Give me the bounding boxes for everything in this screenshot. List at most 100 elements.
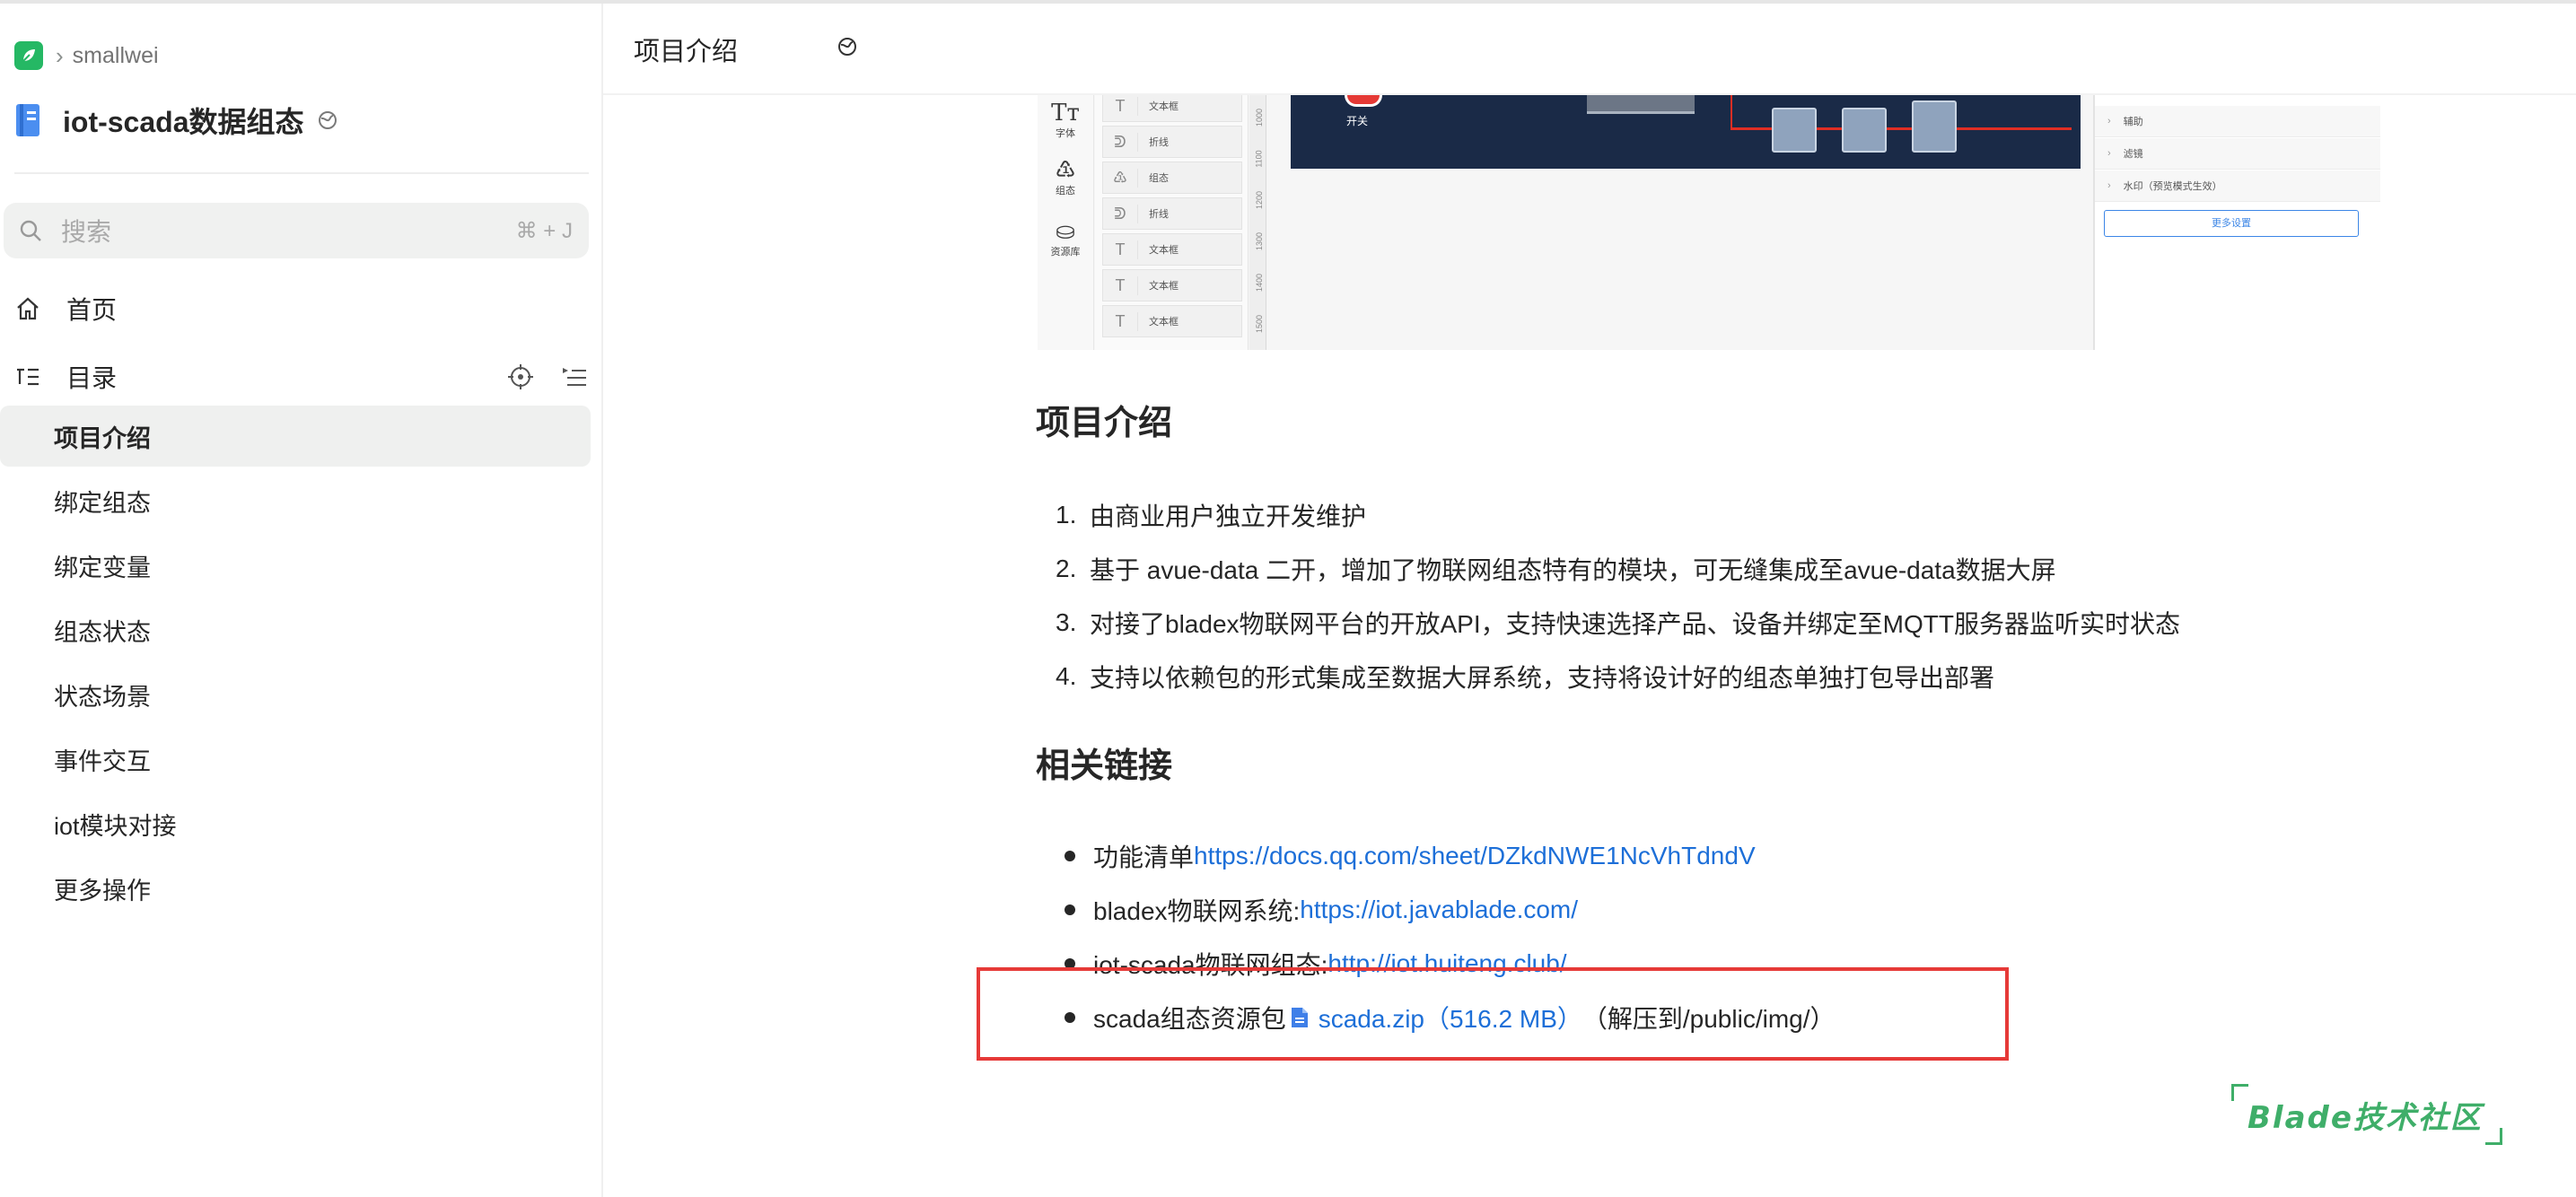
tool-font-label: 字体	[1056, 128, 1075, 139]
layer-item: ᕲ 折线	[1102, 126, 1242, 158]
nav-toc[interactable]: 目录	[14, 355, 589, 398]
layer-item: T 文本框	[1102, 305, 1242, 337]
watermark-corner	[2231, 1084, 2248, 1101]
search-input[interactable]: 搜索 ⌘ + J	[4, 203, 589, 258]
layer-label: 文本框	[1149, 101, 1178, 112]
link-prefix: 功能清单	[1093, 843, 1195, 871]
switch-label: 开关	[1346, 115, 1369, 127]
layer-item: T 文本框	[1102, 269, 1242, 301]
bullet	[1065, 904, 1075, 915]
toc-item[interactable]: 更多操作	[0, 858, 591, 919]
list-item: 2. 基于 avue-data 二开，增加了物联网组态特有的模块，可无缝集成至av…	[1056, 542, 2180, 596]
chevron-right-icon: ›	[2107, 116, 2111, 127]
panel-row: › 滤镜	[2095, 138, 2380, 170]
editor-ruler: 1000 1100 1200 1300 1400 1500	[1249, 95, 1266, 350]
panel-row-label: 滤镜	[2123, 149, 2143, 160]
breadcrumb-user-link[interactable]: smallwei	[73, 43, 159, 69]
panel-row: › 辅助	[2095, 106, 2380, 137]
list-item-link: bladex物联网系统: https://iot.javablade.com/	[1061, 883, 1836, 937]
layer-type-icon: ᕲ	[1103, 204, 1138, 223]
toc-item[interactable]: 组态状态	[0, 599, 591, 660]
tool-font: Tт 字体	[1043, 100, 1088, 140]
yuque-logo-icon[interactable]	[14, 41, 43, 70]
tool-scada: ♳ 组态	[1043, 158, 1088, 197]
layer-item: T 文本框	[1102, 233, 1242, 266]
external-link[interactable]: https://iot.javablade.com/	[1300, 896, 1578, 924]
section-title-links: 相关链接	[1036, 747, 1173, 785]
collapse-toc-icon[interactable]	[560, 363, 589, 391]
layer-label: 折线	[1149, 209, 1169, 220]
layer-type-icon: T	[1103, 240, 1138, 259]
building-graphic	[1912, 100, 1957, 153]
building-graphic	[1772, 108, 1817, 153]
watermark: Blade技术社区	[2231, 1084, 2502, 1145]
toc-item[interactable]: 状态场景	[0, 664, 591, 725]
layer-label: 文本框	[1149, 245, 1178, 256]
home-icon	[17, 297, 39, 320]
layer-type-icon: ᕲ	[1103, 132, 1138, 152]
layer-type-icon: T	[1103, 96, 1138, 116]
chevron-right-icon: ›	[2107, 180, 2111, 191]
toc-item[interactable]: 绑定变量	[0, 535, 591, 596]
nav-home-label: 首页	[66, 296, 118, 324]
ruler-number: 1500	[1255, 314, 1265, 334]
layer-item: ᕲ 折线	[1102, 197, 1242, 230]
font-tool-icon: Tт	[1051, 100, 1080, 127]
toc-item[interactable]: 项目介绍	[0, 406, 591, 467]
watermark-text: Blade技术社区	[2247, 1100, 2483, 1136]
toc-item[interactable]: iot模块对接	[0, 793, 591, 854]
list-item: 1. 由商业用户独立开发维护	[1056, 488, 2180, 542]
chevron-right-icon: ›	[56, 41, 64, 69]
layer-type-icon: ♳	[1103, 168, 1138, 188]
tool-library: ⛀ 资源库	[1043, 219, 1088, 258]
scada-tool-icon: ♳	[1055, 157, 1076, 184]
ruler-number: 1400	[1255, 273, 1265, 293]
sidebar-divider	[14, 172, 589, 174]
list-number: 3.	[1056, 608, 1077, 636]
tool-library-label: 资源库	[1050, 247, 1081, 258]
toc-icon	[17, 368, 39, 386]
list-text: 基于 avue-data 二开，增加了物联网组态特有的模块，可无缝集成至avue…	[1090, 556, 2056, 584]
intro-ordered-list: 1. 由商业用户独立开发维护 2. 基于 avue-data 二开，增加了物联网组态特…	[1056, 488, 2180, 703]
list-item-link: 功能清单 https://docs.qq.com/sheet/DZkdNWE1Nc…	[1061, 829, 1836, 883]
bullet	[1065, 851, 1075, 861]
server-rack-graphic	[1587, 95, 1695, 114]
editor-properties-panel: › 辅助 › 滤镜 › 水印（预览模式生效） 更多设置	[2093, 95, 2380, 350]
list-text: 对接了bladex物联网平台的开放API，支持快速选择产品、设备并绑定至MQTT…	[1090, 610, 2180, 638]
chevron-right-icon: ›	[2107, 148, 2111, 159]
list-item: 4. 支持以依赖包的形式集成至数据大屏系统，支持将设计好的组态单独打包导出部署	[1056, 650, 2180, 703]
editor-layer-list: T 文本框 ᕲ 折线 ♳ 组态 ᕲ 折线 T 文本框 T 文本框 T 文本框	[1095, 95, 1249, 350]
library-tool-icon: ⛀	[1056, 218, 1075, 245]
layer-label: 文本框	[1149, 317, 1178, 328]
list-text: 由商业用户独立开发维护	[1090, 502, 1367, 530]
list-number: 2.	[1056, 555, 1077, 582]
public-globe-icon[interactable]	[837, 36, 858, 57]
more-settings-button: 更多设置	[2104, 210, 2359, 237]
ruler-number: 1200	[1255, 190, 1265, 210]
ruler-number: 1300	[1255, 232, 1265, 251]
editor-canvas: 开关	[1291, 95, 2081, 169]
layer-type-icon: T	[1103, 275, 1138, 295]
switch-knob	[1345, 95, 1382, 107]
panel-row-label: 辅助	[2123, 117, 2143, 127]
layer-item: ♳ 组态	[1102, 162, 1242, 194]
editor-toolbar: Tт 字体 ♳ 组态 ⛀ 资源库	[1038, 95, 1094, 350]
book-icon	[16, 104, 39, 136]
link-prefix: bladex物联网系统:	[1093, 897, 1301, 925]
nav-home[interactable]: 首页	[14, 287, 117, 330]
external-link[interactable]: https://docs.qq.com/sheet/DZkdNWE1NcVhTd…	[1194, 842, 1756, 870]
public-globe-icon	[318, 111, 337, 129]
doc-header-title: 项目介绍	[634, 38, 739, 66]
book-title[interactable]: iot-scada数据组态	[63, 100, 304, 141]
list-item: 3. 对接了bladex物联网平台的开放API，支持快速选择产品、设备并绑定至MQ…	[1056, 596, 2180, 650]
locate-crosshair-icon[interactable]	[506, 363, 535, 391]
toc-item[interactable]: 绑定组态	[0, 470, 591, 531]
list-number: 4.	[1056, 662, 1077, 690]
layer-type-icon: T	[1103, 311, 1138, 331]
embedded-editor-screenshot: Tт 字体 ♳ 组态 ⛀ 资源库 T 文本框 ᕲ 折线 ♳ 组态 ᕲ 折线 T 文本框 T 文本框 T 文…	[1038, 95, 2380, 350]
list-text: 支持以依赖包的形式集成至数据大屏系统，支持将设计好的组态单独打包导出部署	[1090, 664, 1995, 692]
layer-label: 组态	[1149, 173, 1169, 184]
panel-row: › 水印（预览模式生效）	[2095, 170, 2380, 202]
search-icon	[20, 220, 41, 241]
toc-item[interactable]: 事件交互	[0, 729, 591, 790]
